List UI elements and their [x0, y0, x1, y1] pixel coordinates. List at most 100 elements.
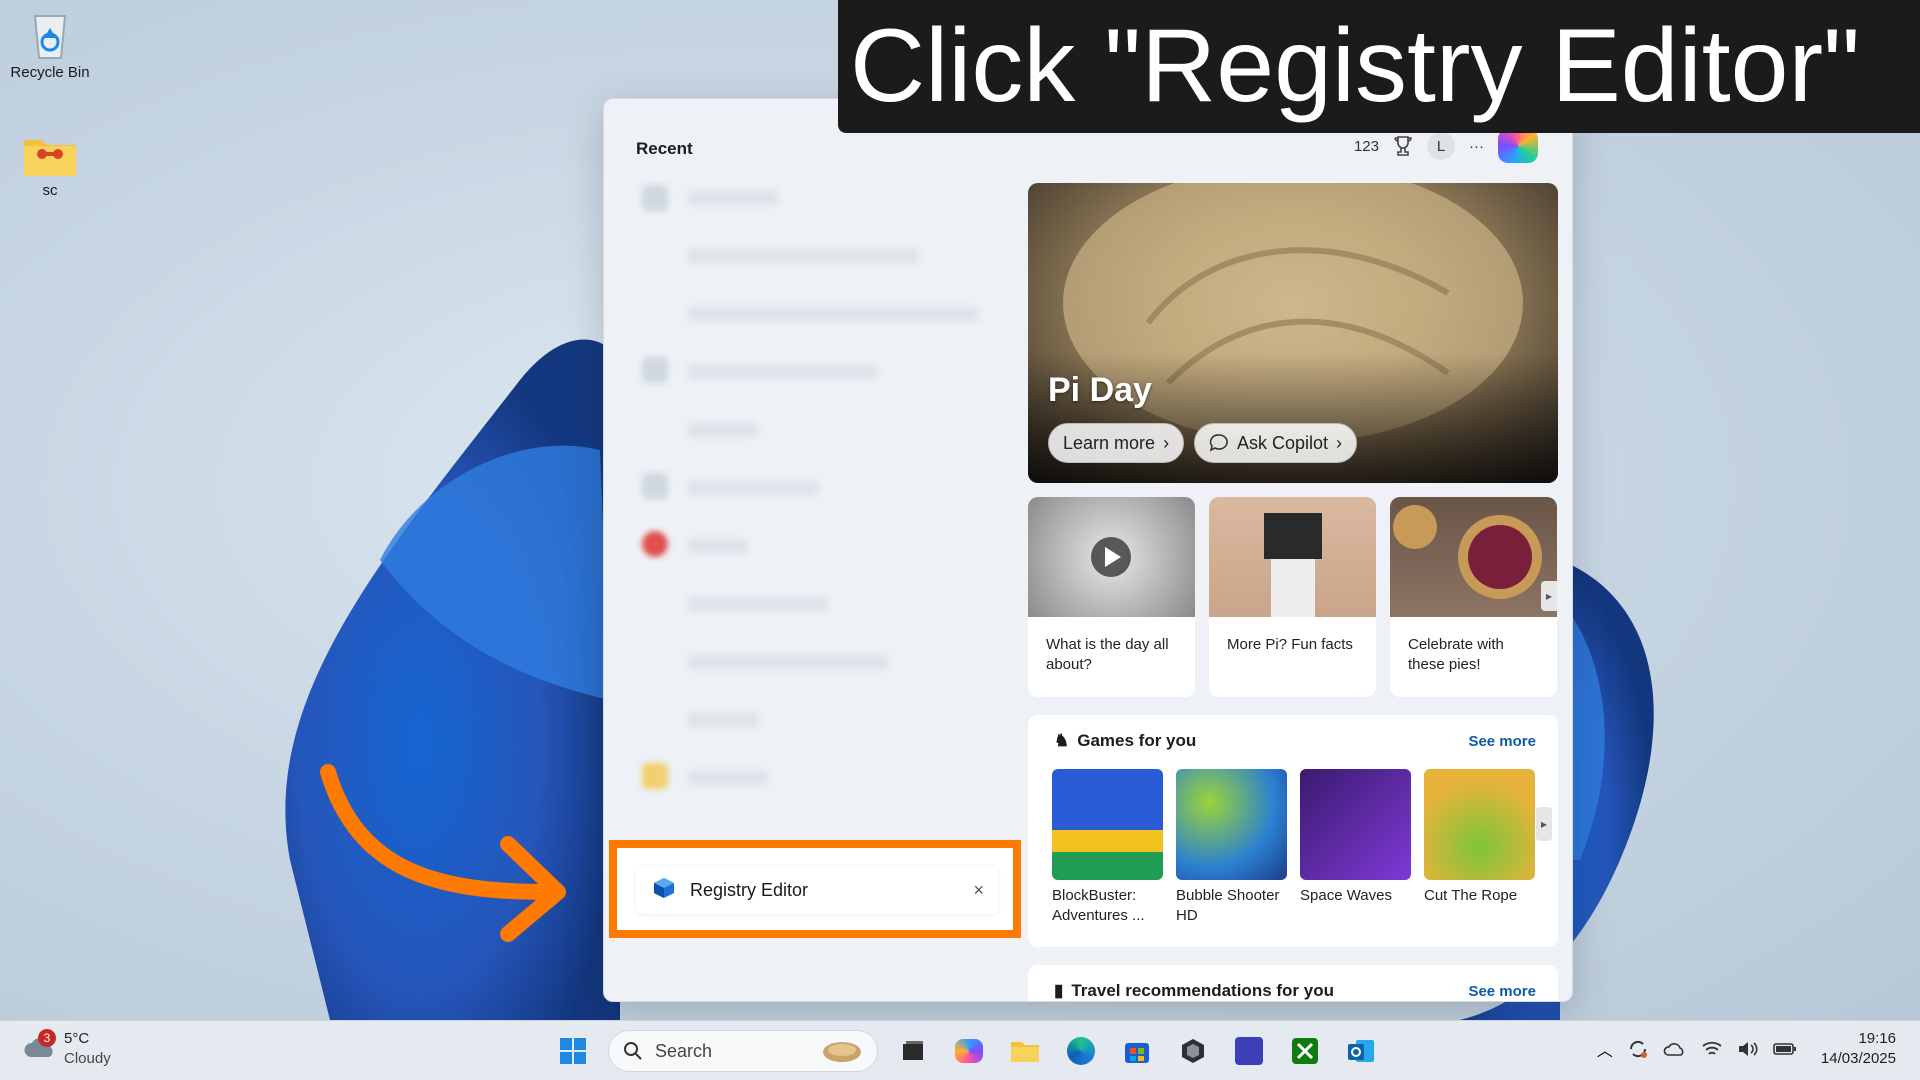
game-art: [1052, 769, 1163, 880]
blurred-item-icon: [642, 531, 668, 557]
pointer-arrow: [320, 764, 566, 942]
task-view-icon[interactable]: [892, 1030, 934, 1072]
card-thumbnail: [1209, 497, 1376, 617]
hero-card[interactable]: Pi Day Learn more › Ask Copilot ›: [1028, 183, 1558, 483]
blurred-item[interactable]: [688, 771, 768, 785]
clock-date: 14/03/2025: [1820, 1050, 1896, 1067]
taskbar: 3 5°C Cloudy Search ︿ 19:16 14/03/2025: [0, 1020, 1920, 1080]
xbox-icon[interactable]: [1284, 1030, 1326, 1072]
chess-knight-icon: ♞: [1054, 731, 1070, 750]
recycle-bin-icon: [33, 15, 67, 59]
weather-widget[interactable]: 3 5°C Cloudy: [22, 1028, 111, 1069]
news-card[interactable]: What is the day all about?: [1028, 497, 1195, 697]
luggage-icon: ▮: [1054, 981, 1064, 1000]
copilot-icon[interactable]: [1498, 129, 1538, 163]
edge-icon[interactable]: [1060, 1030, 1102, 1072]
registry-editor-item[interactable]: Registry Editor ×: [636, 866, 998, 914]
registry-editor-label: Registry Editor: [690, 879, 809, 900]
registry-editor-icon: [654, 878, 674, 898]
blurred-item[interactable]: [688, 713, 758, 727]
file-explorer-icon[interactable]: [1004, 1030, 1046, 1072]
game-name: Bubble Shooter HD: [1176, 887, 1280, 924]
widgets-section: 123 L ··· Pi Day Learn more › Ask Copilo…: [1012, 99, 1572, 1001]
game-tile[interactable]: Cut The Rope: [1424, 769, 1535, 926]
design-app-icon[interactable]: [1228, 1030, 1270, 1072]
outlook-icon[interactable]: [1340, 1030, 1382, 1072]
learn-more-button[interactable]: Learn more ›: [1048, 423, 1185, 463]
blurred-item[interactable]: [688, 539, 748, 553]
wifi-icon[interactable]: [1701, 1040, 1723, 1058]
system-tray: ︿ 19:16 14/03/2025: [1597, 1029, 1896, 1069]
clock[interactable]: 19:16 14/03/2025: [1821, 1029, 1896, 1069]
games-list: BlockBuster: Adventures ... Bubble Shoot…: [1052, 769, 1535, 926]
game-name: Space Waves: [1300, 887, 1392, 904]
news-card[interactable]: More Pi? Fun facts: [1209, 497, 1376, 697]
store-icon[interactable]: [1116, 1030, 1158, 1072]
taskbar-search[interactable]: Search: [608, 1030, 878, 1072]
chevron-right-icon: ›: [1336, 432, 1343, 453]
blurred-item[interactable]: [688, 423, 758, 437]
blurred-item[interactable]: [688, 307, 978, 321]
blurred-item-icon: [642, 357, 668, 383]
weather-temp: 5°C: [64, 1030, 90, 1047]
desktop-icon-folder[interactable]: sc: [0, 132, 100, 199]
learn-more-label: Learn more: [1063, 432, 1156, 453]
travel-see-more-link[interactable]: See more: [1468, 983, 1536, 1000]
weather-condition: Cloudy: [64, 1050, 111, 1067]
card-thumbnail: [1390, 497, 1557, 617]
blurred-item[interactable]: [688, 481, 818, 495]
avatar[interactable]: L: [1427, 132, 1455, 160]
next-arrow-icon[interactable]: ▸: [1541, 581, 1557, 611]
games-title: Games for you: [1077, 731, 1197, 750]
sync-icon[interactable]: [1627, 1038, 1649, 1060]
ask-copilot-button[interactable]: Ask Copilot ›: [1194, 423, 1358, 463]
taskbar-apps: Search: [552, 1030, 1382, 1072]
play-icon: [1091, 537, 1131, 577]
blurred-item-icon: [642, 763, 668, 789]
trophy-icon[interactable]: [1393, 135, 1413, 157]
chevron-up-icon[interactable]: ︿: [1597, 1037, 1613, 1061]
next-arrow-icon[interactable]: ▸: [1536, 807, 1552, 841]
search-icon: [624, 1042, 642, 1060]
card-caption: What is the day all about?: [1046, 636, 1169, 673]
ask-copilot-label: Ask Copilot: [1237, 432, 1329, 453]
news-card[interactable]: Celebrate with these pies! ▸: [1390, 497, 1557, 697]
games-header: ♞ Games for you: [1054, 731, 1196, 751]
more-options-icon[interactable]: ···: [1469, 138, 1484, 155]
copilot-app-icon[interactable]: [948, 1030, 990, 1072]
volume-icon[interactable]: [1737, 1040, 1759, 1058]
game-tile[interactable]: Space Waves: [1300, 769, 1411, 926]
blurred-item[interactable]: [688, 249, 918, 263]
pie-highlight-icon: [823, 1042, 861, 1062]
clock-time: 19:16: [1858, 1030, 1896, 1047]
chevron-right-icon: ›: [1163, 432, 1170, 453]
game-tile[interactable]: BlockBuster: Adventures ...: [1052, 769, 1163, 926]
blurred-item[interactable]: [688, 191, 778, 205]
pi-cards: What is the day all about? More Pi? Fun …: [1028, 497, 1558, 697]
game-name: Cut The Rope: [1424, 887, 1518, 904]
game-art: [1176, 769, 1287, 880]
desktop-icon-label: Recycle Bin: [10, 64, 90, 81]
desktop-icon-label: sc: [42, 182, 58, 199]
blurred-item-icon: [642, 473, 668, 499]
card-caption: Celebrate with these pies!: [1408, 636, 1504, 673]
travel-section: ▮ Travel recommendations for you See mor…: [1028, 965, 1558, 1001]
hexagon-app-icon[interactable]: [1172, 1030, 1214, 1072]
search-placeholder: Search: [655, 1040, 713, 1061]
battery-icon[interactable]: [1773, 1041, 1797, 1057]
widgets-topbar: 123 L ···: [1354, 129, 1538, 163]
start-button[interactable]: [552, 1030, 594, 1072]
blurred-item[interactable]: [688, 597, 828, 611]
blurred-item[interactable]: [688, 365, 878, 379]
notification-badge: 3: [38, 1028, 56, 1047]
onedrive-icon[interactable]: [1663, 1040, 1687, 1058]
close-icon[interactable]: ×: [973, 880, 984, 901]
blurred-item[interactable]: [688, 655, 888, 669]
desktop-icon-recycle-bin[interactable]: Recycle Bin: [0, 6, 100, 81]
chat-icon: [1209, 434, 1228, 452]
games-see-more-link[interactable]: See more: [1468, 733, 1536, 750]
hero-title: Pi Day: [1048, 371, 1152, 409]
game-tile[interactable]: Bubble Shooter HD: [1176, 769, 1287, 926]
card-thumbnail: [1028, 497, 1195, 617]
rewards-points: 123: [1353, 137, 1379, 155]
